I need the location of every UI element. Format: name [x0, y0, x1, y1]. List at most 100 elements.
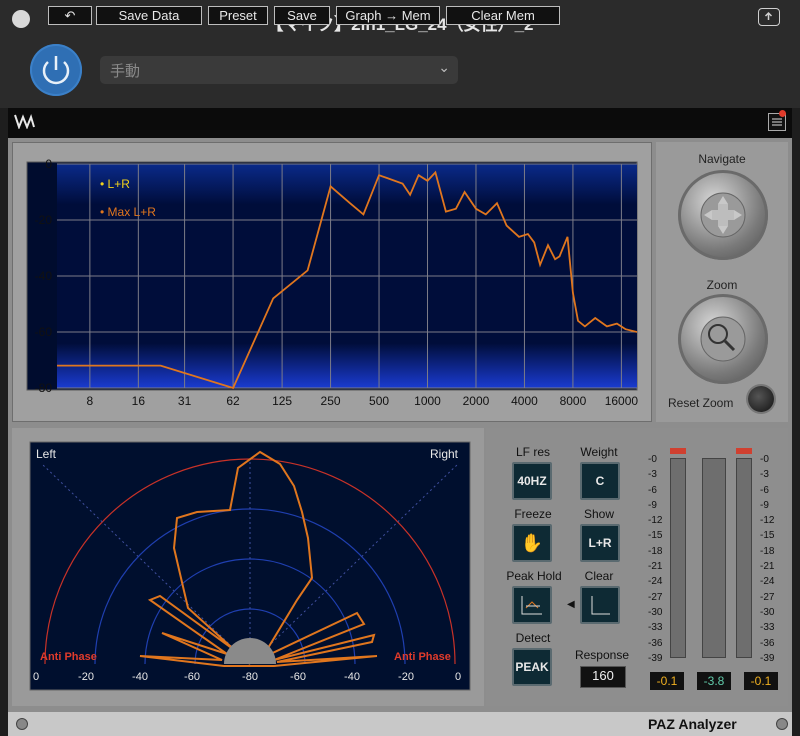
left-peak-indicator — [670, 448, 686, 454]
clear-mem-button[interactable]: Clear Mem — [446, 6, 560, 25]
right-peak-indicator — [736, 448, 752, 454]
x-tick-label: 16 — [132, 394, 146, 408]
weight-label: Weight — [580, 445, 618, 459]
y-tick-label: 0 — [45, 157, 52, 171]
x-tick-label: 4000 — [511, 394, 538, 408]
right-level-meter — [736, 458, 752, 658]
meter-scale-tick: -36 — [648, 637, 663, 649]
phase-right-label: Right — [430, 447, 459, 461]
magnifier-icon — [700, 316, 746, 362]
meter-scale-tick: -27 — [760, 591, 775, 603]
show-button[interactable]: L+R — [580, 524, 620, 562]
meter-scale-tick: -21 — [760, 561, 775, 573]
meter-scale-tick: -0 — [648, 454, 657, 465]
meter-scale-tick: -9 — [760, 499, 769, 511]
toolbar — [8, 108, 792, 138]
reset-zoom-button[interactable] — [748, 386, 774, 412]
y-tick-label: -80 — [35, 381, 53, 395]
peak-hold-icon — [521, 596, 542, 615]
response-value[interactable]: 160 — [580, 666, 626, 688]
response-label: Response — [574, 648, 630, 662]
peak-hold-button[interactable] — [512, 586, 552, 624]
meter-scale-tick: -18 — [760, 545, 775, 557]
graph-to-mem-button[interactable]: Graph → Mem — [336, 6, 440, 25]
legend-max-lr: • Max L+R — [100, 205, 156, 219]
phase-tick-label: -80 — [242, 671, 258, 683]
phase-tick-label: -60 — [184, 671, 200, 683]
navigate-label: Navigate — [698, 152, 746, 166]
preset-dropdown[interactable]: 手動 ⌄ — [100, 56, 458, 84]
phase-left-label: Left — [36, 447, 57, 461]
clear-icon — [591, 596, 610, 615]
power-button[interactable] — [30, 44, 82, 96]
lf-res-label: LF res — [515, 445, 550, 459]
preset-button[interactable]: Preset — [208, 6, 268, 25]
center-meter-value: -3.8 — [697, 672, 731, 690]
lf-res-button[interactable]: 40HZ — [512, 462, 552, 500]
phase-tick-label: -40 — [344, 671, 360, 683]
freeze-button[interactable]: ✋ — [512, 524, 552, 562]
weight-button-value: C — [595, 474, 605, 488]
anti-phase-right-label: Anti Phase — [394, 651, 451, 663]
preset-dropdown-value: 手動 — [110, 63, 141, 80]
meter-scale-tick: -21 — [648, 561, 663, 573]
right-meter-value: -0.1 — [744, 672, 778, 690]
meter-scale-tick: -30 — [760, 606, 775, 618]
peak-hold-label: Peak Hold — [506, 569, 562, 583]
y-tick-label: -40 — [35, 269, 53, 283]
meter-scale-left: -0 -3 -6 -9 -12 -15 -18 -21 -24 -27 -30 -33 -36 -39 — [648, 452, 662, 666]
x-tick-label: 2000 — [463, 394, 490, 408]
plugin-brand: PAZ Analyzer — [648, 716, 737, 732]
meter-scale-tick: -9 — [648, 499, 657, 511]
screw-icon — [776, 718, 788, 730]
clear-button[interactable] — [580, 586, 620, 624]
phase-tick-label: -60 — [290, 671, 306, 683]
meter-scale-tick: -15 — [648, 530, 663, 542]
x-tick-label: 1000 — [414, 394, 441, 408]
phase-tick-label: -20 — [78, 671, 94, 683]
show-label: Show — [583, 507, 615, 521]
frequency-graph[interactable]: 0 -20 -40 -60 -80 8 16 31 62 125 250 500 1000 2000 40… — [12, 142, 652, 422]
undo-button[interactable]: ↶ — [48, 6, 92, 25]
center-level-meter — [702, 458, 726, 658]
x-tick-label: 16000 — [605, 394, 639, 408]
zoom-knob[interactable] — [678, 294, 768, 384]
save-button[interactable]: Save — [274, 6, 330, 25]
graph-x-axis: 8 16 31 62 125 250 500 1000 2000 4000 8000 16000 — [87, 394, 639, 408]
meter-scale-tick: -39 — [760, 652, 775, 664]
screw-icon — [16, 718, 28, 730]
meter-scale-tick: -30 — [648, 606, 663, 618]
phase-tick-label: -20 — [398, 671, 414, 683]
left-meter-value: -0.1 — [650, 672, 684, 690]
zoom-label: Zoom — [706, 278, 738, 292]
alert-dot-icon — [779, 110, 786, 117]
share-icon[interactable] — [758, 8, 780, 26]
y-tick-label: -60 — [35, 325, 53, 339]
move-arrows-icon — [700, 192, 746, 238]
x-tick-label: 250 — [321, 394, 341, 408]
meter-scale-tick: -12 — [760, 515, 775, 527]
save-data-button[interactable]: Save Data — [96, 6, 202, 25]
meter-scale-tick: -3 — [760, 469, 769, 481]
phase-tick-label: -40 — [132, 671, 148, 683]
meter-scale-tick: -33 — [760, 622, 775, 634]
chevron-down-icon: ⌄ — [438, 59, 450, 75]
arrow-left-icon: ◀ — [567, 599, 575, 610]
detect-label: Detect — [515, 631, 551, 645]
legend-lr: • L+R — [100, 177, 130, 191]
reset-zoom-label: Reset Zoom — [668, 396, 734, 410]
freeze-label: Freeze — [514, 507, 552, 521]
meter-scale-tick: -24 — [648, 576, 663, 588]
meter-scale-tick: -39 — [648, 652, 663, 664]
meter-scale-tick: -33 — [648, 622, 663, 634]
y-tick-label: -20 — [35, 213, 53, 227]
x-tick-label: 62 — [226, 394, 240, 408]
detect-button[interactable]: PEAK — [512, 648, 552, 686]
phase-tick-label: 0 — [455, 671, 461, 683]
weight-button[interactable]: C — [580, 462, 620, 500]
phase-tick-label: 0 — [33, 671, 39, 683]
meter-scale-tick: -36 — [760, 637, 775, 649]
x-tick-label: 125 — [272, 394, 292, 408]
meter-scale-tick: -27 — [648, 591, 663, 603]
navigate-knob[interactable] — [678, 170, 768, 260]
